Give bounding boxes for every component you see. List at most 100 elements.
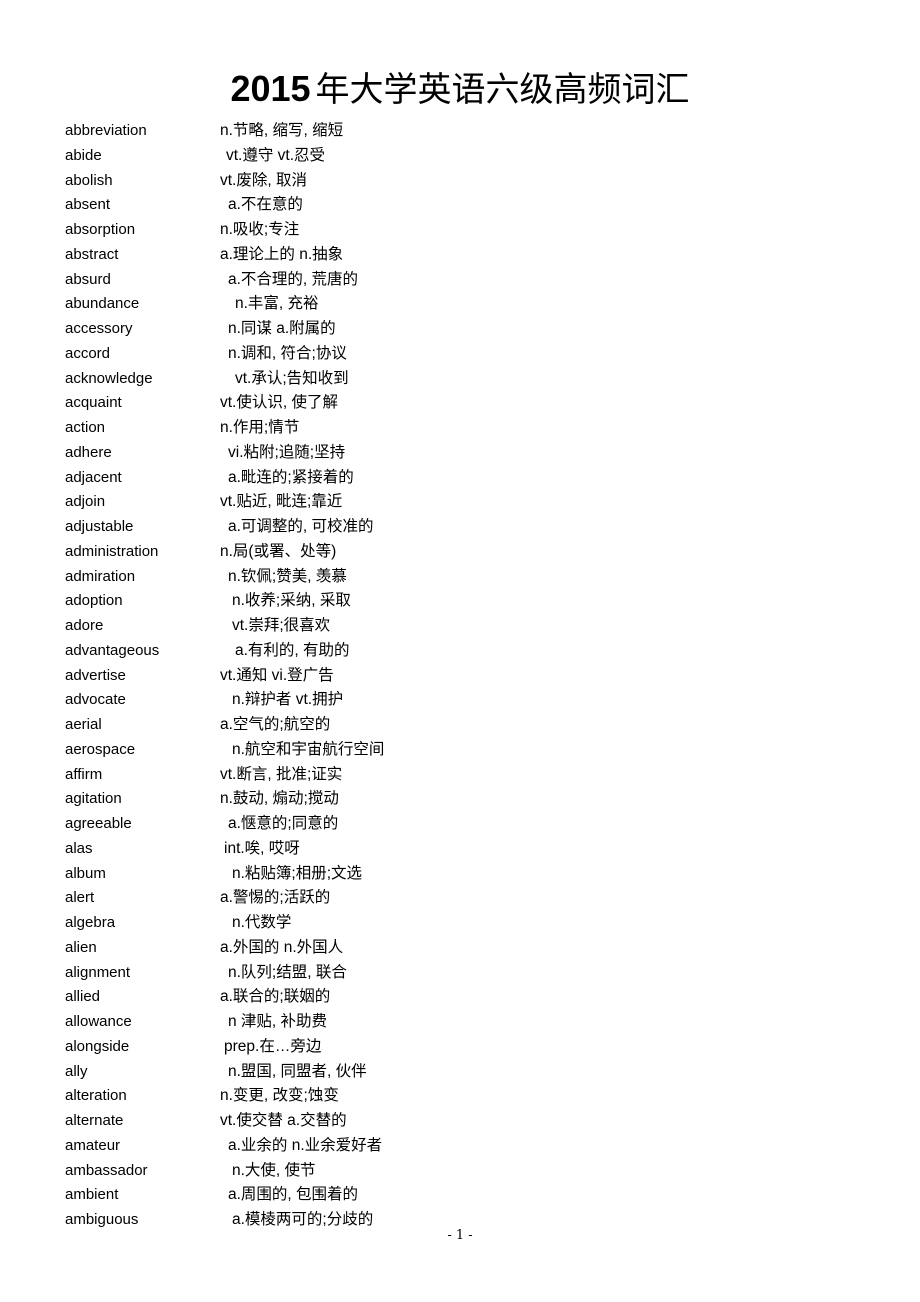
vocabulary-term: absent [65,196,111,214]
vocabulary-term: admiration [65,567,136,585]
vocabulary-definition: a.有利的, 有助的 [235,641,350,659]
vocabulary-definition: a.周围的, 包围着的 [228,1186,359,1204]
vocabulary-term: advertise [65,666,126,684]
vocabulary-row: affirm vt.断言, 批准;证实 [65,763,855,788]
vocabulary-term: alert [65,889,95,907]
vocabulary-row: alas int.唉, 哎呀 [65,837,855,862]
vocabulary-term: action [65,419,106,436]
vocabulary-definition: n.钦佩;赞美, 羡慕 [228,567,347,585]
vocabulary-row: adhere vi.粘附;追随;坚持 [65,441,855,466]
vocabulary-term: adjustable [65,518,134,535]
vocabulary-definition: a.可调整的, 可校准的 [228,518,374,535]
vocabulary-definition: a.理论上的 n.抽象 [220,245,344,263]
vocabulary-definition: vt.使认识, 使了解 [220,394,338,412]
vocabulary-row: accord n.调和, 符合;协议 [65,342,855,367]
vocabulary-definition: n 津贴, 补助费 [228,1013,328,1030]
vocabulary-row: absurd a.不合理的, 荒唐的 [65,268,855,293]
vocabulary-row: abundance n.丰富, 充裕 [65,292,855,317]
vocabulary-definition: n.辩护者 vt.拥护 [232,691,344,709]
page-title: 2015 年大学英语六级高频词汇 [0,67,920,112]
vocabulary-definition: n.大使, 使节 [232,1161,316,1179]
vocabulary-row: alteration n.变更, 改变;蚀变 [65,1084,855,1109]
page-number-footer: - 1 - [447,1228,473,1243]
vocabulary-definition: prep.在…旁边 [224,1037,322,1055]
title-text: 年大学英语六级高频词汇 [315,70,690,111]
vocabulary-definition: a.业余的 n.业余爱好者 [228,1136,383,1154]
vocabulary-definition: vi.粘附;追随;坚持 [228,443,346,461]
vocabulary-row: administration n.局(或署、处等) [65,540,855,565]
vocabulary-term: abbreviation [65,122,147,139]
vocabulary-term: allowance [65,1013,132,1030]
vocabulary-term: alignment [65,963,131,981]
vocabulary-term: alteration [65,1087,127,1105]
vocabulary-term: aerospace [65,740,136,758]
vocabulary-definition: n.作用;情节 [220,419,300,436]
vocabulary-row: aerospace n.航空和宇宙航行空间 [65,738,855,763]
vocabulary-row: abolish vt.废除, 取消 [65,169,855,194]
vocabulary-term: ambient [65,1186,119,1204]
vocabulary-term: alien [65,938,97,956]
vocabulary-row: action n.作用;情节 [65,416,855,441]
vocabulary-term: abstract [65,245,119,263]
vocabulary-row: alignment n.队列;结盟, 联合 [65,961,855,986]
vocabulary-definition: n.调和, 符合;协议 [228,344,347,362]
document-page: 2015 年大学英语六级高频词汇 abbreviation n.节略, 缩写, 缩短… [0,0,920,1302]
vocabulary-term: alas [65,839,93,857]
vocabulary-definition: vt.承认;告知收到 [235,369,349,387]
vocabulary-term: abolish [65,171,113,189]
vocabulary-term: acknowledge [65,369,153,387]
vocabulary-definition: a.不在意的 [228,196,303,214]
vocabulary-definition: n.鼓动, 煽动;搅动 [220,790,339,808]
vocabulary-row: ambassador n.大使, 使节 [65,1159,855,1184]
vocabulary-term: affirm [65,765,103,783]
vocabulary-term: abide [65,146,102,164]
vocabulary-definition: a.空气的;航空的 [220,716,331,733]
vocabulary-definition: vt.贴近, 毗连;靠近 [220,493,343,511]
vocabulary-term: adjoin [65,493,106,511]
vocabulary-definition: n.变更, 改变;蚀变 [220,1087,339,1105]
vocabulary-definition: vt.遵守 vt.忍受 [226,146,326,164]
vocabulary-row: admiration n.钦佩;赞美, 羡慕 [65,565,855,590]
vocabulary-row: alongside prep.在…旁边 [65,1035,855,1060]
vocabulary-term: absurd [65,270,111,288]
vocabulary-row: adjustable a.可调整的, 可校准的 [65,515,855,540]
vocabulary-row: abstract a.理论上的 n.抽象 [65,243,855,268]
vocabulary-definition: n.盟国, 同盟者, 伙伴 [228,1062,367,1080]
vocabulary-row: advantageous a.有利的, 有助的 [65,639,855,664]
vocabulary-term: accord [65,344,111,362]
vocabulary-definition: a.毗连的;紧接着的 [228,468,354,486]
vocabulary-term: adoption [65,592,123,610]
vocabulary-row: agreeable a.惬意的;同意的 [65,812,855,837]
vocabulary-row: alert a.警惕的;活跃的 [65,886,855,911]
vocabulary-definition: a.外国的 n.外国人 [220,938,344,956]
vocabulary-definition: a.惬意的;同意的 [228,815,339,832]
vocabulary-row: algebra n.代数学 [65,911,855,936]
vocabulary-term: ally [65,1062,88,1080]
vocabulary-definition: n.队列;结盟, 联合 [228,963,347,981]
vocabulary-row: accessory n.同谋 a.附属的 [65,317,855,342]
vocabulary-term: accessory [65,320,133,337]
vocabulary-definition: vt.废除, 取消 [220,171,307,189]
vocabulary-definition: n.代数学 [232,914,292,931]
vocabulary-row: allowance n 津贴, 补助费 [65,1010,855,1035]
vocabulary-row: absorption n.吸收;专注 [65,218,855,243]
vocabulary-term: adhere [65,443,112,461]
vocabulary-row: adore vt.崇拜;很喜欢 [65,614,855,639]
vocabulary-row: amateur a.业余的 n.业余爱好者 [65,1134,855,1159]
vocabulary-definition: int.唉, 哎呀 [224,839,300,857]
vocabulary-definition: n.粘贴簿;相册;文选 [232,864,363,882]
vocabulary-term: ambassador [65,1161,148,1179]
vocabulary-row: adoption n.收养;采纳, 采取 [65,589,855,614]
title-year: 2015 [230,68,311,110]
vocabulary-term: abundance [65,295,140,313]
vocabulary-row: adjacent a.毗连的;紧接着的 [65,466,855,491]
vocabulary-row: adjoin vt.贴近, 毗连;靠近 [65,490,855,515]
vocabulary-row: acknowledge vt.承认;告知收到 [65,367,855,392]
vocabulary-term: absorption [65,221,136,238]
vocabulary-row: abbreviation n.节略, 缩写, 缩短 [65,119,855,144]
vocabulary-definition: n.吸收;专注 [220,221,300,238]
vocabulary-term: advocate [65,691,126,709]
vocabulary-term: allied [65,988,101,1006]
vocabulary-definition: vt.使交替 a.交替的 [220,1112,347,1129]
vocabulary-row: absent a.不在意的 [65,193,855,218]
